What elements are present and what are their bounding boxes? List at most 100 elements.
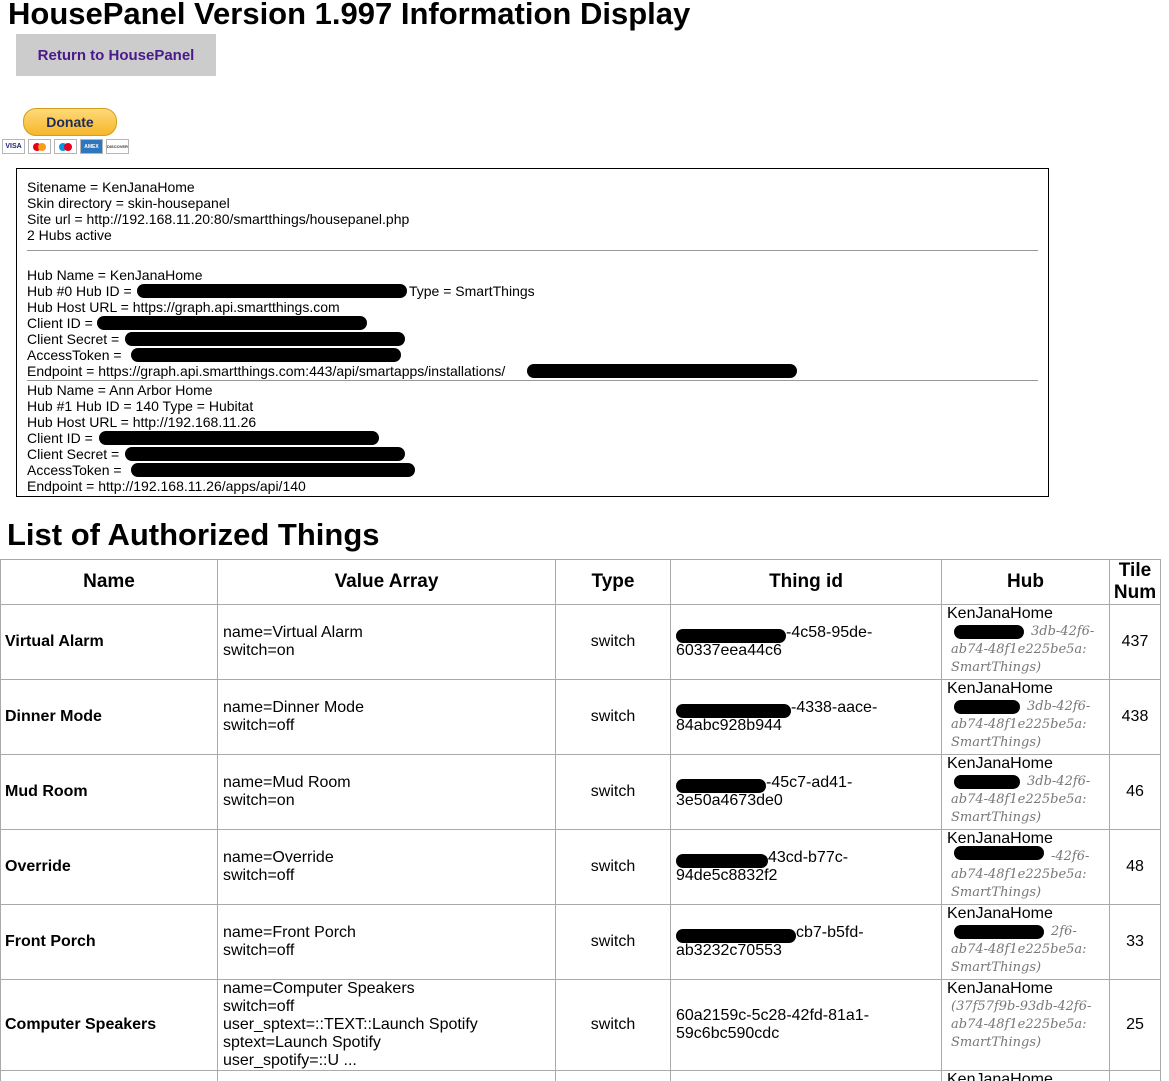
hub-name: KenJanaHome <box>947 1071 1053 1081</box>
thing-name-cell: Front Porch <box>0 904 218 980</box>
value-line: switch=off <box>223 867 295 884</box>
hub-detail-line: ab74-48f1e225be5a: <box>951 642 1087 657</box>
value-array-cell: name=Computer Speakers switch=off user_spt… <box>217 979 556 1071</box>
type-cell: switch <box>555 604 671 680</box>
hub-detail-line: ab74-48f1e225be5a: <box>951 717 1087 732</box>
hub-name: KenJanaHome <box>947 980 1053 997</box>
value-line: switch=off <box>223 717 295 734</box>
hub-cell: KenJanaHome 2f6- ab74-48f1e225be5a: SmartTh… <box>941 904 1110 980</box>
hub-name: KenJanaHome <box>947 605 1053 622</box>
hub-1-client-id: Client ID = <box>27 430 1038 446</box>
hub-detail-line: ab74-48f1e225be5a: <box>951 792 1087 807</box>
thing-id-line: 59c6bc590cdc <box>676 1025 780 1042</box>
redaction <box>676 854 768 868</box>
thing-name-cell: Virtual Alarm <box>0 604 218 680</box>
donate-button[interactable]: Donate <box>23 108 117 136</box>
hub-0-endpoint: Endpoint = https://graph.api.smartthings… <box>27 363 1038 379</box>
hub-detail-line: SmartThings) <box>951 1035 1042 1050</box>
mastercard-icon <box>28 139 51 154</box>
table-row: Computer Speakers name=Computer Speakers s… <box>0 979 1161 1071</box>
sitename: Sitename = KenJanaHome <box>27 179 195 195</box>
value-line: name=Virtual Alarm <box>223 624 363 641</box>
header-value-array: Value Array <box>217 559 556 605</box>
thing-id-cell: 60a2159c-5c28-42fd-81a1- 59c6bc590cdc <box>670 979 942 1071</box>
value-array-cell: name=Mud Room switch=on <box>217 754 556 830</box>
header-hub: Hub <box>941 559 1110 605</box>
thing-name-cell: Override <box>0 829 218 905</box>
value-line: sptext=Launch Spotify <box>223 1034 381 1051</box>
redaction <box>137 284 407 298</box>
hub-detail-line: ab74-48f1e225be5a: <box>951 867 1087 882</box>
hub-0-client-secret: Client Secret = <box>27 331 1038 347</box>
value-line: name=Mud Room <box>223 774 351 791</box>
table-row: KenJanaHome <box>0 1070 1161 1081</box>
value-line: switch=off <box>223 998 295 1015</box>
table-cell <box>217 1070 556 1081</box>
value-line: name=Override <box>223 849 334 866</box>
value-line: switch=off <box>223 942 295 959</box>
type-cell: switch <box>555 829 671 905</box>
redaction <box>954 775 1020 789</box>
table-cell <box>0 1070 218 1081</box>
type-cell: switch <box>555 754 671 830</box>
thing-id-line: 60337eea44c6 <box>676 642 782 659</box>
hub-cell: KenJanaHome 3db-42f6- ab74-48f1e225be5a: Sm… <box>941 679 1110 755</box>
redaction <box>676 704 791 718</box>
header-type: Type <box>555 559 671 605</box>
hub-cell: KenJanaHome <box>941 1070 1110 1081</box>
hub-cell: KenJanaHome 3db-42f6- ab74-48f1e225be5a: Sm… <box>941 604 1110 680</box>
redaction <box>97 316 367 330</box>
value-array-cell: name=Dinner Mode switch=off <box>217 679 556 755</box>
redaction <box>527 364 797 378</box>
redaction <box>131 348 401 362</box>
hub-name: KenJanaHome <box>947 755 1053 772</box>
tile-num-cell: 46 <box>1109 754 1161 830</box>
redaction <box>125 447 405 461</box>
site-info-panel: Sitename = KenJanaHome Skin directory = … <box>16 168 1049 497</box>
hub-name: KenJanaHome <box>947 680 1053 697</box>
header-name: Name <box>0 559 218 605</box>
redaction <box>131 463 415 477</box>
skin-directory: Skin directory = skin-housepanel <box>27 195 230 211</box>
type-cell: switch <box>555 979 671 1071</box>
header-thing-id: Thing id <box>670 559 942 605</box>
things-section-title: List of Authorized Things <box>7 517 380 552</box>
type-cell: switch <box>555 679 671 755</box>
value-line: name=Front Porch <box>223 924 356 941</box>
hub-detail-line: SmartThings) <box>951 885 1042 900</box>
hubs-active: 2 Hubs active <box>27 227 112 243</box>
table-cell <box>1109 1070 1161 1081</box>
value-line: user_sptext=::TEXT::Launch Spotify <box>223 1016 478 1033</box>
value-line: user_spotify=::U ... <box>223 1052 357 1069</box>
table-cell <box>555 1070 671 1081</box>
redaction <box>676 629 786 643</box>
value-line: switch=on <box>223 642 295 659</box>
value-array-cell: name=Front Porch switch=off <box>217 904 556 980</box>
hub-1-host: Hub Host URL = http://192.168.11.26 <box>27 414 257 430</box>
hub-0-host: Hub Host URL = https://graph.api.smartth… <box>27 299 340 315</box>
thing-name-cell: Computer Speakers <box>0 979 218 1071</box>
thing-id-line: 94de5c8832f2 <box>676 867 778 884</box>
table-row: Mud Room name=Mud Room switch=on switch -45c… <box>0 754 1161 830</box>
redaction <box>954 925 1044 939</box>
authorized-things-table: Name Value Array Type Thing id Hub Tile … <box>0 559 1161 1081</box>
thing-id-cell: -4c58-95de- 60337eea44c6 <box>670 604 942 680</box>
thing-id-line: 3e50a4673de0 <box>676 792 783 809</box>
thing-id-cell: cb7-b5fd-ab3232c70553 <box>670 904 942 980</box>
tile-num-cell: 437 <box>1109 604 1161 680</box>
thing-id-line: 60a2159c-5c28-42fd-81a1- <box>676 1007 870 1024</box>
redaction <box>676 929 796 943</box>
redaction <box>99 431 379 445</box>
table-row: Override name=Override switch=off switch 43c… <box>0 829 1161 905</box>
return-to-housepanel-button[interactable]: Return to HousePanel <box>16 34 216 76</box>
table-row: Dinner Mode name=Dinner Mode switch=off swi… <box>0 679 1161 755</box>
hub-1-client-secret: Client Secret = <box>27 446 1038 462</box>
thing-id-cell: -45c7-ad41- 3e50a4673de0 <box>670 754 942 830</box>
hub-1-access-token: AccessToken = <box>27 462 1038 478</box>
payment-cards: VISA AMEX DISCOVER <box>2 139 129 154</box>
table-row: Virtual Alarm name=Virtual Alarm switch=on… <box>0 604 1161 680</box>
hub-0-client-id: Client ID = <box>27 315 1038 331</box>
value-line: name=Dinner Mode <box>223 699 364 716</box>
thing-id-cell: 43cd-b77c- 94de5c8832f2 <box>670 829 942 905</box>
hub-1-id: Hub #1 Hub ID = 140 Type = Hubitat <box>27 398 254 414</box>
